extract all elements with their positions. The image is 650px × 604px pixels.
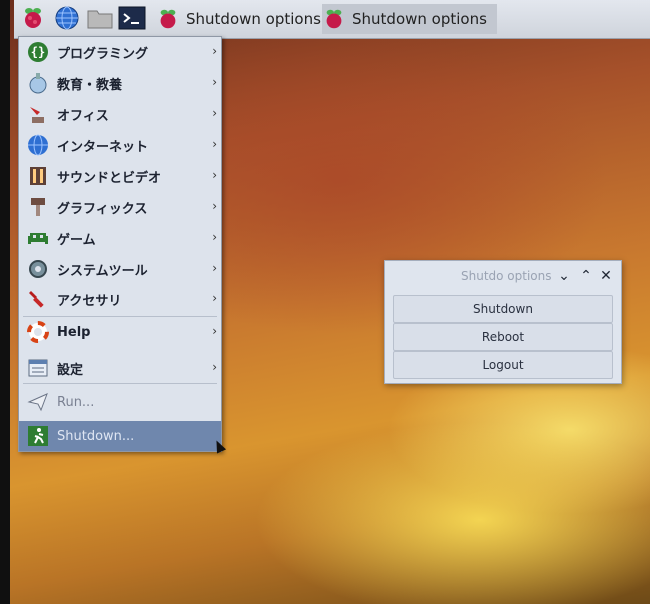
menu-item-graphics[interactable]: グラフィックス › — [19, 192, 221, 222]
raspberry-menu-icon[interactable] — [20, 5, 46, 31]
menu-item-internet[interactable]: インターネット › — [19, 130, 221, 160]
raspberry-icon — [160, 9, 176, 29]
submenu-arrow-icon: › — [212, 106, 217, 120]
submenu-arrow-icon: › — [212, 291, 217, 305]
submenu-arrow-icon: › — [212, 44, 217, 58]
taskbar-task-shutdown-options-1[interactable]: Shutdown options — [156, 4, 321, 34]
menu-label: グラフィックス — [57, 201, 148, 217]
shutdown-exit-icon — [27, 425, 49, 447]
menu-label: 教育・教養 — [57, 77, 123, 93]
reboot-button[interactable]: Reboot — [393, 323, 613, 351]
dialog-title: Shutdo options — [461, 269, 552, 283]
menu-item-education[interactable]: 教育・教養 › — [19, 68, 221, 98]
menu-item-accessories[interactable]: アクセサリ › — [19, 284, 221, 314]
shutdown-button[interactable]: Shutdown — [393, 295, 613, 323]
raspberry-icon — [326, 9, 342, 29]
task-label: Shutdown options — [186, 10, 321, 28]
education-icon — [27, 72, 49, 94]
settings-icon — [27, 357, 49, 379]
application-menu: {} プログラミング › 教育・教養 › オフィス › インターネット › サウ… — [18, 36, 222, 452]
minimize-chevron-icon[interactable]: ⌄ — [555, 267, 573, 285]
menu-label: インターネット — [57, 139, 149, 155]
menu-separator — [23, 383, 217, 384]
menu-label: Run... — [57, 394, 95, 410]
submenu-arrow-icon: › — [212, 199, 217, 213]
menu-item-system-tools[interactable]: システムツール › — [19, 254, 221, 284]
close-icon[interactable]: ✕ — [597, 267, 615, 285]
menu-label: サウンドとビデオ — [57, 170, 162, 186]
file-manager-folder-icon[interactable] — [86, 5, 113, 31]
logout-button[interactable]: Logout — [393, 351, 613, 379]
terminal-icon[interactable] — [118, 5, 146, 31]
system-tools-icon — [27, 258, 49, 280]
menu-item-game[interactable]: ゲーム › — [19, 223, 221, 253]
menu-label: プログラミング — [57, 46, 149, 62]
menu-item-shutdown[interactable]: Shutdown... — [19, 421, 221, 451]
taskbar-task-shutdown-options-2[interactable]: Shutdown options — [322, 4, 497, 34]
menu-item-settings[interactable]: 設定 › — [19, 353, 221, 383]
menu-label: Shutdown... — [57, 428, 135, 444]
dialog-titlebar[interactable]: Shutdo options ⌄ ⌃ ✕ — [385, 261, 621, 293]
menu-label: オフィス — [57, 108, 109, 124]
menu-label: システムツール — [57, 263, 148, 279]
task-label: Shutdown options — [352, 10, 487, 28]
help-lifebuoy-icon — [27, 321, 49, 343]
game-icon — [27, 227, 49, 249]
menu-label: Help — [57, 324, 91, 340]
svg-text:{}: {} — [31, 45, 45, 59]
shutdown-options-dialog: Shutdo options ⌄ ⌃ ✕ Shutdown Reboot Log… — [384, 260, 622, 384]
menu-item-sound-video[interactable]: サウンドとビデオ › — [19, 161, 221, 191]
web-browser-globe-icon[interactable] — [54, 5, 80, 31]
taskbar: Shutdown options Shutdown options — [14, 0, 650, 39]
submenu-arrow-icon: › — [212, 261, 217, 275]
menu-label: アクセサリ — [57, 293, 122, 309]
submenu-arrow-icon: › — [212, 168, 217, 182]
submenu-arrow-icon: › — [212, 137, 217, 151]
submenu-arrow-icon: › — [212, 230, 217, 244]
graphics-icon — [27, 196, 49, 218]
menu-item-programming[interactable]: {} プログラミング › — [19, 37, 221, 67]
run-paperplane-icon — [27, 391, 49, 413]
menu-item-help[interactable]: Help › — [19, 317, 221, 347]
menu-item-office[interactable]: オフィス › — [19, 99, 221, 129]
menu-label: 設定 — [57, 362, 84, 378]
submenu-arrow-icon: › — [212, 324, 217, 338]
office-icon — [27, 103, 49, 125]
sound-video-icon — [27, 165, 49, 187]
submenu-arrow-icon: › — [212, 360, 217, 374]
internet-globe-icon — [27, 134, 49, 156]
programming-icon: {} — [27, 41, 49, 63]
menu-label: ゲーム — [57, 232, 96, 248]
menu-item-run[interactable]: Run... — [19, 387, 221, 417]
maximize-chevron-icon[interactable]: ⌃ — [577, 267, 595, 285]
submenu-arrow-icon: › — [212, 75, 217, 89]
accessories-icon — [27, 288, 49, 310]
